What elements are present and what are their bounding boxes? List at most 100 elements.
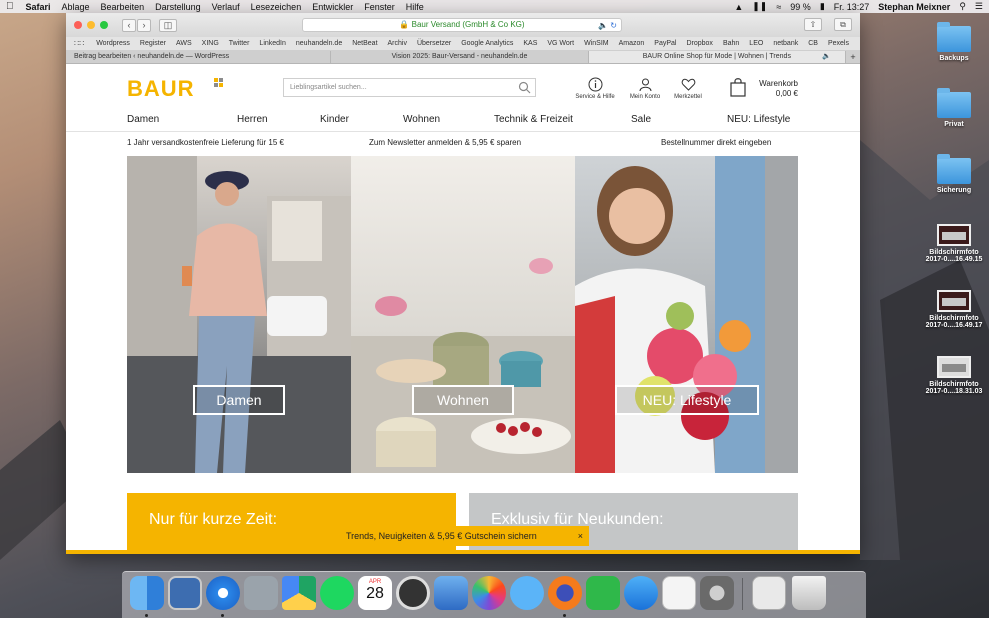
promo-newsletter[interactable]: Zum Newsletter anmelden & 5,95 € sparen — [369, 138, 521, 147]
zoom-window-icon[interactable] — [100, 21, 108, 29]
bookmark-linkedin[interactable]: LinkedIn — [259, 40, 285, 47]
bookmark-register[interactable]: Register — [140, 40, 166, 47]
menu-darstellung[interactable]: Darstellung — [155, 2, 201, 12]
share-button[interactable]: ⇧ — [804, 18, 822, 31]
nav-damen[interactable]: Damen — [127, 114, 159, 125]
bookmark-archiv[interactable]: Archiv — [388, 40, 407, 47]
bookmark-amazon[interactable]: Amazon — [619, 40, 645, 47]
battery-percent[interactable]: 99 % — [790, 2, 811, 12]
bookmark-winsim[interactable]: WinSIM — [584, 40, 609, 47]
address-bar[interactable]: 🔒 Baur Versand (GmbH & Co KG) 🔈 ↻ — [302, 18, 622, 32]
bookmark-netbeat[interactable]: NetBeat — [352, 40, 377, 47]
account-link[interactable]: Mein Konto — [626, 77, 664, 100]
bookmark-leo[interactable]: LEO — [749, 40, 763, 47]
hero-wohnen[interactable]: Wohnen — [351, 156, 575, 473]
wishlist-link[interactable]: Merkzettel — [671, 77, 705, 100]
bookmark-aws[interactable]: AWS — [176, 40, 192, 47]
status-icon[interactable]: ▲ — [734, 2, 743, 12]
promo-order-number[interactable]: Bestellnummer direkt eingeben — [661, 138, 771, 147]
close-icon[interactable]: × — [578, 526, 583, 546]
menu-ablage[interactable]: Ablage — [62, 2, 90, 12]
desktop-screenshot-3[interactable]: Bildschirmfoto 2017-0....18.31.03 — [922, 356, 986, 395]
textedit-icon[interactable] — [662, 576, 696, 610]
nav-technik-freizeit[interactable]: Technik & Freizeit — [494, 114, 573, 125]
menu-lesezeichen[interactable]: Lesezeichen — [251, 2, 302, 12]
menu-verlauf[interactable]: Verlauf — [212, 2, 240, 12]
menu-hilfe[interactable]: Hilfe — [406, 2, 424, 12]
firefox-icon[interactable] — [548, 576, 582, 610]
sidebar-toggle-button[interactable]: ◫ — [159, 18, 177, 32]
service-help-link[interactable]: Service & Hilfe — [573, 77, 617, 100]
menu-entwickler[interactable]: Entwickler — [312, 2, 353, 12]
menu-list-icon[interactable]: ☰ — [975, 1, 983, 12]
keynote-icon[interactable] — [434, 576, 468, 610]
tabs-overview-button[interactable]: ⧉ — [834, 18, 852, 31]
promo-free-shipping[interactable]: 1 Jahr versandkostenfreie Lieferung für … — [127, 138, 284, 147]
nav-sale[interactable]: Sale — [631, 114, 651, 125]
hero-damen-label[interactable]: Damen — [193, 385, 285, 415]
hero-damen[interactable]: Damen — [127, 156, 351, 473]
menu-bearbeiten[interactable]: Bearbeiten — [101, 2, 145, 12]
menu-fenster[interactable]: Fenster — [364, 2, 395, 12]
hero-lifestyle[interactable]: NEU: Lifestyle — [575, 156, 798, 473]
desktop-folder-sicherung[interactable]: Sicherung — [922, 154, 986, 194]
bookmark-dropbox[interactable]: Dropbox — [686, 40, 712, 47]
system-preferences-icon[interactable] — [700, 576, 734, 610]
desktop-folder-privat[interactable]: Privat — [922, 88, 986, 128]
minimize-window-icon[interactable] — [87, 21, 95, 29]
finder-icon[interactable] — [130, 576, 164, 610]
nav-wohnen[interactable]: Wohnen — [403, 114, 440, 125]
bookmark-neuhandeln[interactable]: neuhandeln.de — [296, 40, 342, 47]
desktop-screenshot-2[interactable]: Bildschirmfoto 2017-0....16.49.17 — [922, 290, 986, 329]
cart-link[interactable]: Warenkorb 0,00 € — [758, 79, 798, 99]
trash-icon[interactable] — [792, 576, 826, 610]
messages-icon[interactable] — [510, 576, 544, 610]
clock[interactable]: Fr. 13:27 — [834, 2, 870, 12]
bookmark-paypal[interactable]: PayPal — [654, 40, 676, 47]
nav-herren[interactable]: Herren — [237, 114, 268, 125]
close-window-icon[interactable] — [74, 21, 82, 29]
nav-kinder[interactable]: Kinder — [320, 114, 349, 125]
tab-wordpress[interactable]: Beitrag bearbeiten ‹ neuhandeln.de — Wor… — [66, 51, 332, 63]
audio-reload-icons[interactable]: 🔈 ↻ — [598, 20, 617, 32]
pause-icon[interactable]: ❚❚ — [752, 1, 767, 12]
baur-logo[interactable]: BAUR — [127, 76, 195, 102]
photos-icon[interactable] — [472, 576, 506, 610]
desktop-folder-backups[interactable]: Backups — [922, 22, 986, 62]
spotify-icon[interactable] — [320, 576, 354, 610]
bookmark-netbank[interactable]: netbank — [773, 40, 798, 47]
preview-icon[interactable] — [244, 576, 278, 610]
forward-button[interactable]: › — [137, 18, 151, 32]
hero-wohnen-label[interactable]: Wohnen — [412, 385, 514, 415]
desktop-screenshot-1[interactable]: Bildschirmfoto 2017-0....16.49.15 — [922, 224, 986, 263]
bookmark-vg-wort[interactable]: VG Wort — [547, 40, 574, 47]
tab-baur-shop[interactable]: BAUR Online Shop für Mode | Wohnen | Tre… — [588, 51, 846, 63]
hero-lifestyle-label[interactable]: NEU: Lifestyle — [615, 385, 759, 415]
back-button[interactable]: ‹ — [122, 18, 136, 32]
user-name[interactable]: Stephan Meixner — [878, 2, 950, 12]
photo-app-icon[interactable] — [168, 576, 202, 610]
shopping-bag-icon[interactable] — [729, 77, 747, 97]
calendar-icon[interactable]: APR 28 — [358, 576, 392, 610]
battery-icon[interactable]: ▮ — [820, 1, 825, 12]
bookmark-google-analytics[interactable]: Google Analytics — [461, 40, 513, 47]
search-icon[interactable]: ⚲ — [959, 1, 966, 12]
bookmark-wordpress[interactable]: Wordpress — [96, 40, 130, 47]
safari-icon[interactable] — [206, 576, 240, 610]
speaker-icon[interactable]: 🔈 — [822, 51, 831, 63]
nav-neu-lifestyle[interactable]: NEU: Lifestyle — [727, 114, 790, 125]
newsletter-banner[interactable]: Trends, Neuigkeiten & 5,95 € Gutschein s… — [334, 526, 589, 546]
bookmark-bahn[interactable]: Bahn — [723, 40, 739, 47]
search-input[interactable]: Lieblingsartikel suchen... — [283, 78, 536, 97]
bookmark-pexels[interactable]: Pexels — [828, 40, 849, 47]
menu-app-safari[interactable]: Safari — [26, 2, 51, 12]
bookmark-kas[interactable]: KAS — [523, 40, 537, 47]
bookmark-twitter[interactable]: Twitter — [229, 40, 250, 47]
tab-vision-2025[interactable]: Vision 2025: Baur-Versand - neuhandeln.d… — [331, 51, 589, 63]
sync-app-icon[interactable] — [396, 576, 430, 610]
app-store-icon[interactable] — [624, 576, 658, 610]
top-sites-icon[interactable]: ∷∷ — [74, 39, 84, 48]
new-tab-button[interactable]: + — [846, 51, 860, 63]
search-icon[interactable] — [518, 81, 531, 94]
bookmark-cb[interactable]: CB — [808, 40, 818, 47]
